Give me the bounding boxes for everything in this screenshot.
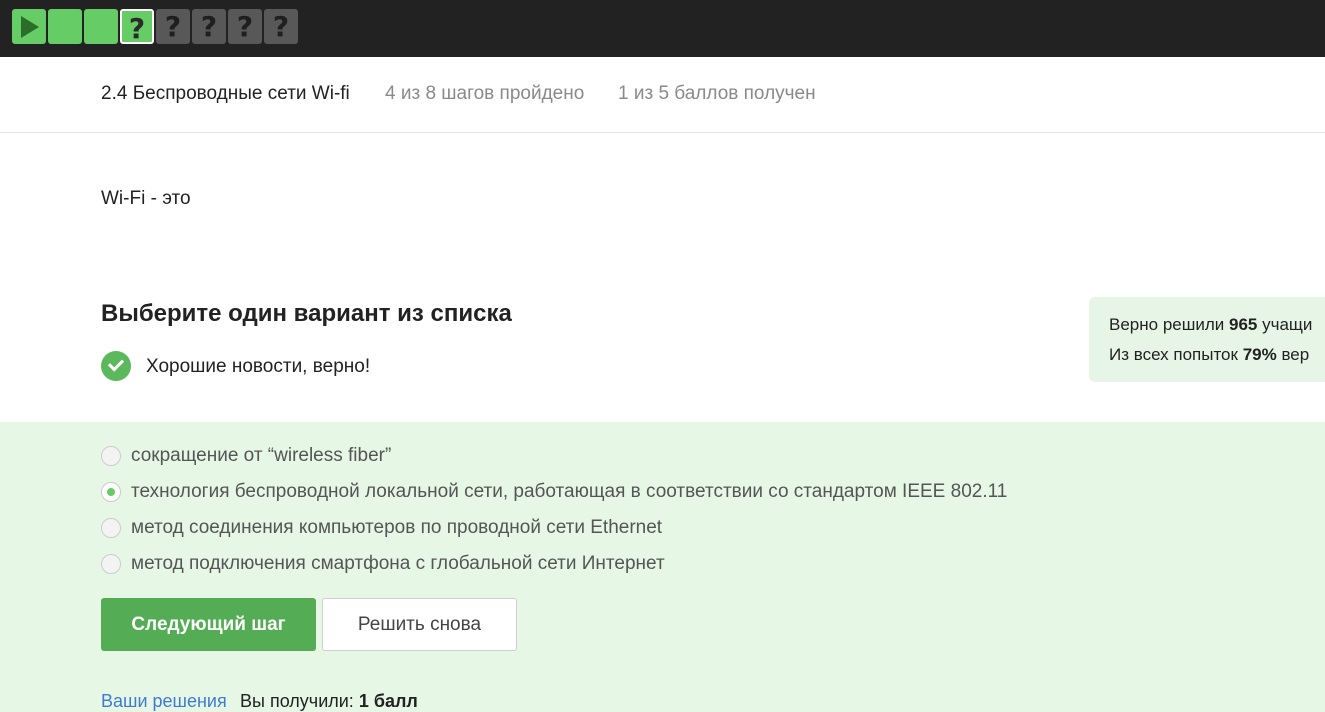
retry-button[interactable]: Решить снова [322, 598, 517, 651]
question-mark-icon: ? [236, 10, 254, 43]
option-label[interactable]: метод соединения компьютеров по проводно… [131, 517, 662, 539]
question-mark-icon: ? [200, 10, 218, 43]
step-4-quiz-current[interactable]: ? [120, 9, 154, 45]
checkmark-icon [101, 351, 131, 381]
lesson-title[interactable]: 2.4 Беспроводные сети Wi-fi [101, 83, 350, 105]
option-label[interactable]: метод подключения смартфона с глобальной… [131, 553, 665, 575]
option-label[interactable]: технология беспроводной локальной сети, … [131, 481, 1007, 503]
received-score: Вы получили: 1 балл [240, 691, 418, 711]
option-label[interactable]: сокращение от “wireless fiber” [131, 445, 391, 467]
question-mark-icon: ? [164, 10, 182, 43]
task-title: Выберите один вариант из списка [101, 300, 512, 327]
radio-button[interactable] [101, 446, 121, 466]
your-solutions-link[interactable]: Ваши решения [101, 691, 227, 712]
radio-button[interactable] [101, 518, 121, 538]
radio-button-selected[interactable] [101, 482, 121, 502]
stats-solved: Верно решили 965 учащи [1109, 315, 1313, 334]
lesson-header: 2.4 Беспроводные сети Wi-fi 4 из 8 шагов… [0, 57, 1325, 133]
step-navigation-bar: ? ? ? ? ? [0, 0, 1325, 57]
stats-panel: Верно решили 965 учащи Из всех попыток 7… [1089, 297, 1325, 382]
lesson-score: 1 из 5 баллов получен [618, 83, 816, 104]
question-text: Wi-Fi - это [101, 188, 191, 209]
stats-attempts: Из всех попыток 79% вер [1109, 345, 1310, 364]
play-icon [21, 16, 39, 38]
step-5-quiz[interactable]: ? [156, 9, 190, 44]
step-7-quiz[interactable]: ? [228, 9, 262, 44]
step-2-text[interactable] [48, 9, 82, 44]
step-6-quiz[interactable]: ? [192, 9, 226, 44]
question-mark-icon: ? [128, 12, 146, 45]
lesson-progress: 4 из 8 шагов пройдено [385, 83, 585, 104]
next-step-button[interactable]: Следующий шаг [101, 598, 316, 651]
question-mark-icon: ? [272, 10, 290, 43]
step-3-text[interactable] [84, 9, 118, 44]
feedback-text: Хорошие новости, верно! [146, 356, 371, 377]
step-8-quiz[interactable]: ? [264, 9, 298, 44]
step-1-video[interactable] [12, 9, 46, 44]
radio-button[interactable] [101, 554, 121, 574]
